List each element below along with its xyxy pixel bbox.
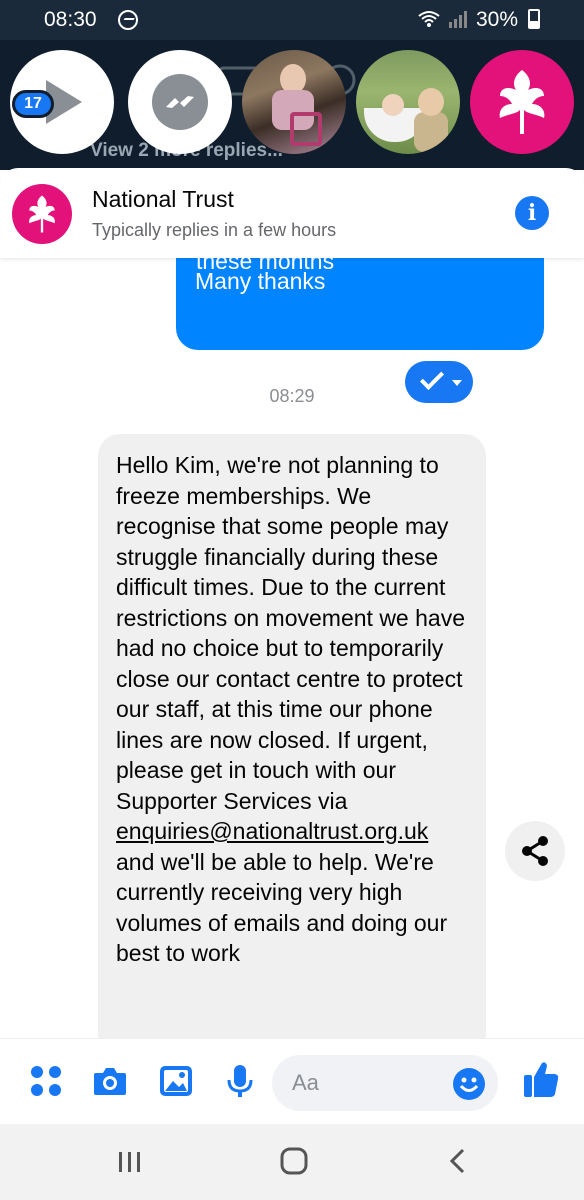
message-list[interactable]: these months Many thanks 08:29 Hello Kim… — [0, 258, 584, 1038]
message-input[interactable] — [292, 1069, 442, 1097]
messenger-notification-icon — [118, 10, 138, 30]
chevron-down-icon — [452, 380, 462, 386]
message-composer — [0, 1038, 584, 1124]
like-thumbs-up-icon[interactable] — [522, 1059, 560, 1099]
chat-head-messenger[interactable] — [128, 50, 232, 154]
battery-percent: 30% — [476, 8, 519, 31]
chat-heads-bar: View 2 more replies... 17 — [0, 40, 584, 170]
more-actions-icon[interactable] — [28, 1063, 64, 1099]
wifi-icon — [418, 11, 440, 27]
chat-head-photo-garden-bath[interactable] — [356, 50, 460, 154]
recent-apps-icon[interactable] — [116, 1148, 144, 1176]
contact-name[interactable]: National Trust — [92, 186, 234, 213]
received-message-text: Hello Kim, we're not planning to freeze … — [116, 452, 465, 814]
status-bar: 08:30 30% — [0, 0, 584, 40]
message-input-box[interactable] — [272, 1055, 498, 1111]
microphone-icon[interactable] — [222, 1063, 258, 1099]
check-icon — [419, 365, 445, 391]
home-icon[interactable] — [279, 1146, 309, 1176]
contact-status: Typically replies in a few hours — [92, 220, 337, 240]
status-time: 08:30 — [44, 8, 97, 31]
chat-header: National Trust Typically replies in a fe… — [0, 168, 584, 403]
chat-head-photo-child-pram[interactable] — [242, 50, 346, 154]
share-button[interactable] — [505, 821, 565, 881]
emoji-icon[interactable] — [452, 1067, 486, 1101]
back-icon[interactable] — [446, 1146, 470, 1176]
gallery-icon[interactable] — [158, 1063, 194, 1099]
sent-message-text: Many thanks — [195, 268, 326, 294]
info-button[interactable]: i — [515, 196, 549, 230]
messenger-bolt-icon — [166, 96, 194, 108]
email-link[interactable]: enquiries@nationaltrust.org.uk — [116, 818, 428, 844]
received-message-text-continued: and we'll be able to help. We're current… — [116, 848, 448, 967]
signal-icon — [449, 11, 467, 28]
unread-badge: 17 — [12, 90, 54, 118]
received-message-bubble[interactable]: Hello Kim, we're not planning to freeze … — [98, 434, 486, 1038]
battery-icon — [528, 9, 540, 29]
avatar[interactable] — [12, 184, 72, 244]
chat-head-national-trust[interactable] — [470, 50, 574, 154]
share-icon — [522, 836, 548, 866]
mark-done-button[interactable] — [405, 361, 473, 403]
oak-leaf-logo-icon — [29, 195, 55, 233]
sent-message-bubble[interactable]: these months Many thanks — [176, 258, 544, 350]
message-timestamp: 08:29 — [269, 386, 315, 406]
camera-icon[interactable] — [92, 1063, 128, 1099]
oak-leaf-logo-icon — [499, 70, 545, 134]
system-navigation-bar — [0, 1124, 584, 1200]
